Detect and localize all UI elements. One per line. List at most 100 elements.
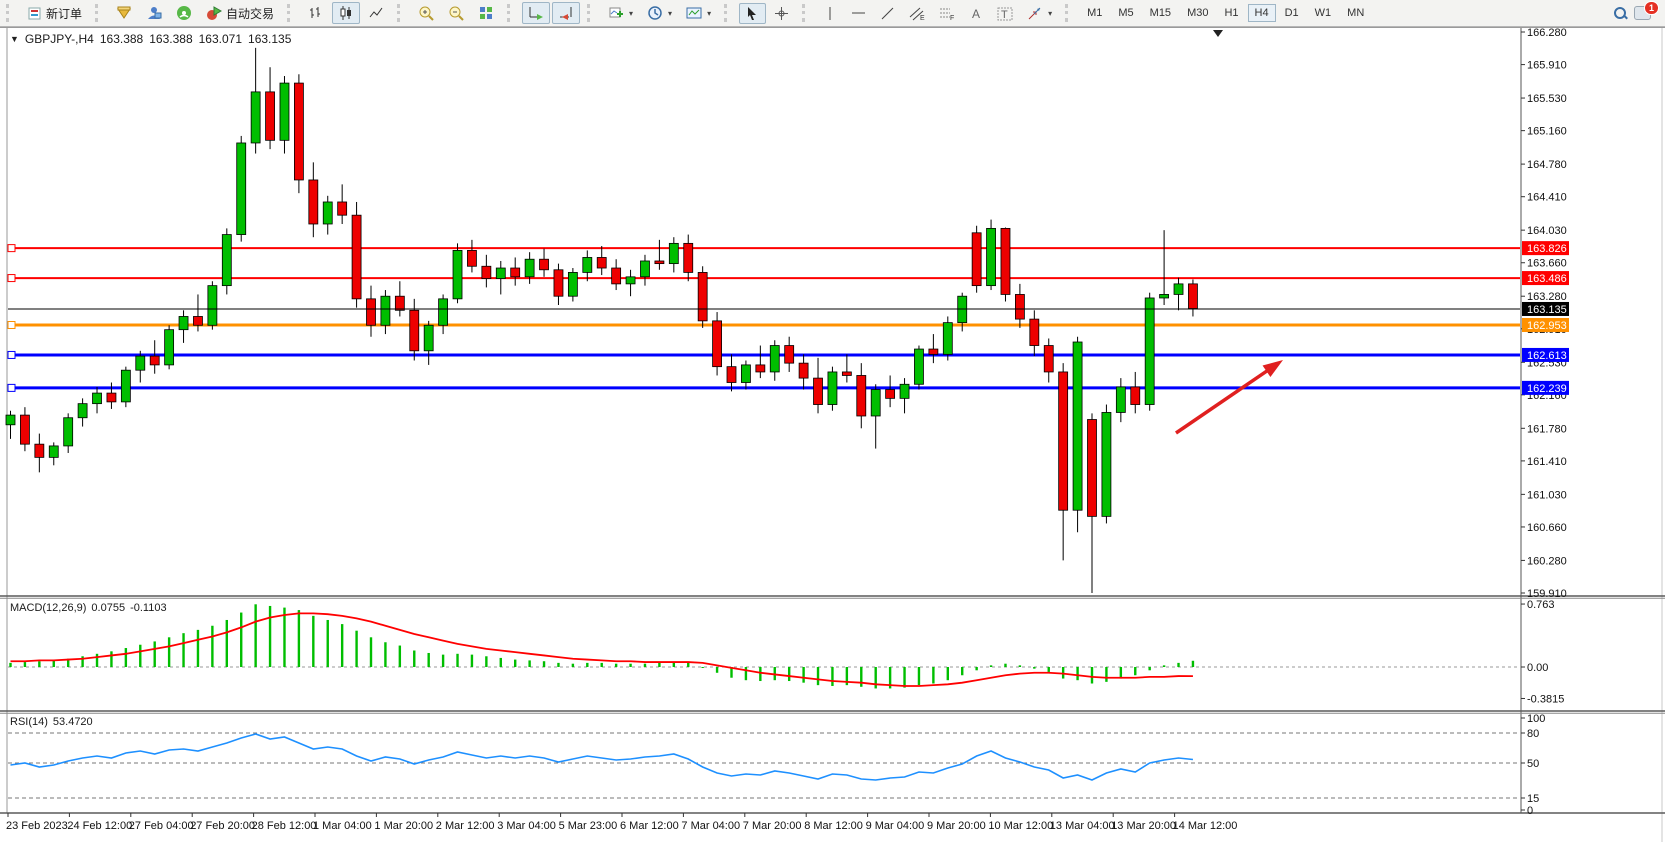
svg-text:163.135: 163.135 <box>1527 304 1567 316</box>
svg-text:28 Feb 12:00: 28 Feb 12:00 <box>252 820 317 832</box>
candlestick-chart-button[interactable] <box>332 2 360 24</box>
tile-windows-button[interactable] <box>472 2 500 24</box>
svg-text:24 Feb 12:00: 24 Feb 12:00 <box>67 820 132 832</box>
toolbar-grip <box>507 4 517 22</box>
search-button[interactable] <box>1607 3 1633 23</box>
macd-title: MACD(12,26,9) <box>10 602 86 614</box>
tab-timeframe-m5[interactable]: M5 <box>1111 4 1140 22</box>
new-order-button[interactable]: 新订单 <box>21 2 88 25</box>
svg-text:163.826: 163.826 <box>1527 243 1567 255</box>
hline-anchor <box>8 275 15 282</box>
macd-value: 0.0755 <box>91 602 125 614</box>
svg-text:1 Mar 04:00: 1 Mar 04:00 <box>313 820 372 832</box>
toolbar-grip <box>587 4 597 22</box>
svg-text:161.780: 161.780 <box>1527 423 1567 435</box>
svg-text:100: 100 <box>1527 713 1545 725</box>
bar-chart-button[interactable] <box>302 2 330 24</box>
zoom-in-button[interactable] <box>412 2 440 24</box>
svg-text:-0.3815: -0.3815 <box>1527 693 1564 705</box>
chevron-down-icon: ▾ <box>629 9 633 18</box>
svg-text:163.486: 163.486 <box>1527 273 1567 285</box>
trendline-icon <box>880 6 895 21</box>
new-chart-button[interactable]: ▾ <box>602 2 639 24</box>
tab-timeframe-h4[interactable]: H4 <box>1248 4 1276 22</box>
trendline-button[interactable] <box>874 3 901 24</box>
svg-text:9 Mar 20:00: 9 Mar 20:00 <box>927 820 986 832</box>
tile-windows-icon <box>478 5 494 21</box>
profile-button[interactable] <box>140 2 168 24</box>
ohlc-open: 163.388 <box>100 32 143 46</box>
svg-text:165.910: 165.910 <box>1527 60 1567 72</box>
equidistant-channel-button[interactable]: E <box>903 3 931 24</box>
zoom-out-icon <box>448 5 464 21</box>
svg-text:162.953: 162.953 <box>1527 320 1567 332</box>
signals-button[interactable] <box>170 2 198 24</box>
svg-text:13 Mar 04:00: 13 Mar 04:00 <box>1050 820 1115 832</box>
svg-text:162.613: 162.613 <box>1527 350 1567 362</box>
chevron-down-icon: ▾ <box>668 9 672 18</box>
arrows-objects-button[interactable]: ▾ <box>1021 3 1058 24</box>
rsi-indicator-label: RSI(14) 53.4720 <box>10 716 93 728</box>
symbol-dropdown-icon[interactable]: ▼ <box>10 34 19 44</box>
svg-text:13 Mar 20:00: 13 Mar 20:00 <box>1111 820 1176 832</box>
svg-text:2 Mar 12:00: 2 Mar 12:00 <box>436 820 495 832</box>
new-order-icon <box>27 6 42 21</box>
zoom-out-button[interactable] <box>442 2 470 24</box>
text-label-button[interactable]: T <box>991 3 1019 24</box>
tab-timeframe-m1[interactable]: M1 <box>1080 4 1109 22</box>
text-button[interactable]: A <box>963 3 989 24</box>
hline-anchor <box>8 384 15 391</box>
cursor-button[interactable] <box>739 3 766 24</box>
metaeditor-button[interactable] <box>110 2 138 24</box>
fibonacci-button[interactable]: F <box>933 3 961 24</box>
crosshair-button[interactable] <box>768 3 795 24</box>
svg-text:T: T <box>1001 9 1008 21</box>
tab-timeframe-m15[interactable]: M15 <box>1143 4 1178 22</box>
svg-text:80: 80 <box>1527 728 1539 740</box>
new-chart-icon <box>608 5 624 21</box>
svg-text:1 Mar 20:00: 1 Mar 20:00 <box>374 820 433 832</box>
chart-shift-icon <box>558 5 574 21</box>
crosshair-icon <box>774 6 789 21</box>
toolbar-grip <box>287 4 297 22</box>
vertical-line-button[interactable] <box>817 3 843 24</box>
notifications-button[interactable]: 1 <box>1634 6 1651 21</box>
svg-text:15: 15 <box>1527 793 1539 805</box>
periods-button[interactable]: ▾ <box>641 2 678 24</box>
notification-badge: 1 <box>1644 1 1659 15</box>
toolbar-grip <box>95 4 105 22</box>
svg-text:160.660: 160.660 <box>1527 522 1567 534</box>
svg-text:9 Mar 04:00: 9 Mar 04:00 <box>866 820 925 832</box>
chart-header: ▼ GBPJPY-,H4 163.388 163.388 163.071 163… <box>10 32 291 46</box>
svg-text:160.280: 160.280 <box>1527 555 1567 567</box>
tab-timeframe-mn[interactable]: MN <box>1340 4 1371 22</box>
templates-button[interactable]: ▾ <box>680 2 717 24</box>
chart-canvas[interactable]: 166.280165.910165.530165.160164.780164.4… <box>0 27 1665 842</box>
horizontal-line-button[interactable] <box>845 3 872 23</box>
zoom-in-icon <box>418 5 434 21</box>
toolbar-grip <box>802 4 812 22</box>
autotrading-label: 自动交易 <box>226 5 274 22</box>
templates-icon <box>686 5 702 21</box>
tab-timeframe-w1[interactable]: W1 <box>1308 4 1339 22</box>
chart-shift-button[interactable] <box>552 2 580 24</box>
svg-text:0.763: 0.763 <box>1527 599 1555 611</box>
tab-timeframe-h1[interactable]: H1 <box>1217 4 1245 22</box>
symbol-period-label: GBPJPY-,H4 <box>25 32 94 46</box>
svg-text:164.030: 164.030 <box>1527 225 1567 237</box>
text-icon: A <box>969 6 983 21</box>
toolbar: 新订单 自动交易 <box>0 0 1665 27</box>
svg-text:14 Mar 12:00: 14 Mar 12:00 <box>1173 820 1238 832</box>
tab-timeframe-m30[interactable]: M30 <box>1180 4 1215 22</box>
hline-anchor <box>8 322 15 329</box>
tab-timeframe-d1[interactable]: D1 <box>1278 4 1306 22</box>
svg-text:F: F <box>950 15 954 21</box>
svg-text:164.410: 164.410 <box>1527 192 1567 204</box>
rsi-value: 53.4720 <box>53 716 93 728</box>
svg-text:8 Mar 12:00: 8 Mar 12:00 <box>804 820 863 832</box>
line-chart-button[interactable] <box>362 2 390 24</box>
svg-text:A: A <box>972 7 980 21</box>
toolbar-grip <box>6 4 16 22</box>
auto-scroll-button[interactable] <box>522 2 550 24</box>
autotrading-button[interactable]: 自动交易 <box>200 2 280 25</box>
